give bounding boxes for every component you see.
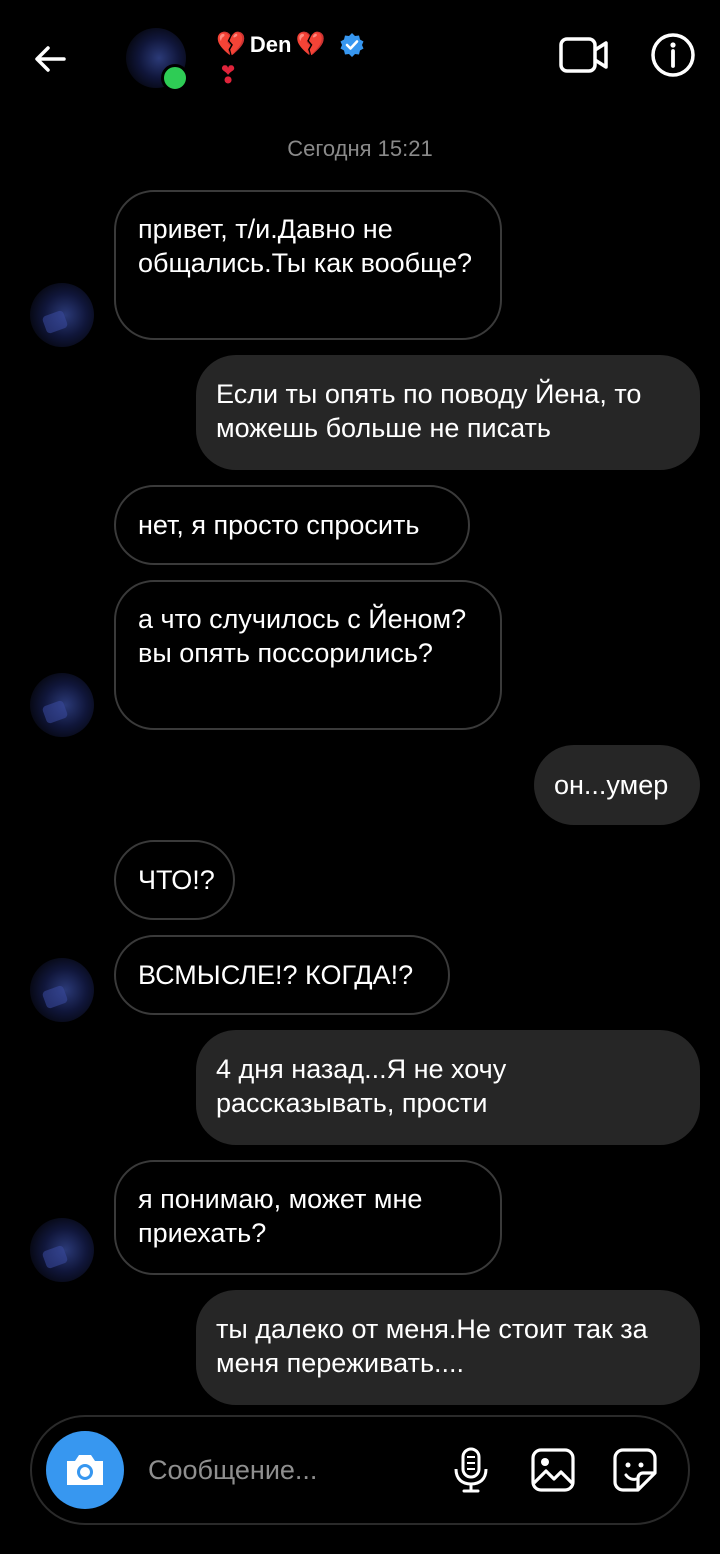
outgoing-message[interactable]: ты далеко от меня.Не стоит так за меня п…: [196, 1290, 700, 1405]
sticker-icon[interactable]: [610, 1445, 660, 1495]
info-icon[interactable]: [650, 32, 696, 78]
verified-badge-icon: [340, 33, 364, 57]
gallery-icon[interactable]: [528, 1445, 578, 1495]
contact-avatar-small[interactable]: [30, 1218, 94, 1282]
incoming-message[interactable]: я понимаю, может мне приехать?: [114, 1160, 502, 1275]
camera-icon: [67, 1455, 103, 1485]
message-input[interactable]: [146, 1447, 430, 1493]
incoming-message[interactable]: ВСМЫСЛЕ!? КОГДА!?: [114, 935, 450, 1015]
message-composer: [30, 1415, 690, 1525]
contact-avatar-small[interactable]: [30, 958, 94, 1022]
contact-avatar-small[interactable]: [30, 283, 94, 347]
online-status-dot: [161, 64, 189, 92]
outgoing-message[interactable]: он...умер: [534, 745, 700, 825]
back-arrow-icon[interactable]: [30, 38, 72, 80]
incoming-message[interactable]: нет, я просто спросить: [114, 485, 470, 565]
video-call-icon[interactable]: [558, 34, 610, 76]
outgoing-message[interactable]: Если ты опять по поводу Йена, то можешь …: [196, 355, 700, 470]
contact-subtitle: ❣: [218, 62, 239, 89]
contact-avatar-small[interactable]: [30, 673, 94, 737]
contact-name: Den: [249, 32, 292, 57]
broken-heart-icon: 💔: [295, 31, 326, 58]
contact-title[interactable]: 💔 Den 💔: [216, 28, 365, 62]
camera-button[interactable]: [46, 1431, 124, 1509]
chat-timestamp: Сегодня 15:21: [287, 136, 433, 161]
incoming-message[interactable]: ЧТО!?: [114, 840, 235, 920]
microphone-icon[interactable]: [446, 1445, 496, 1495]
chat-header: 💔 Den 💔 ❣: [0, 0, 720, 110]
incoming-message[interactable]: а что случилось с Йеном?вы опять поссори…: [114, 580, 502, 730]
outgoing-message[interactable]: 4 дня назад...Я не хочу рассказывать, пр…: [196, 1030, 700, 1145]
broken-heart-icon: 💔: [216, 31, 246, 58]
incoming-message[interactable]: привет, т/и.Давно не общались.Ты как воо…: [114, 190, 502, 340]
